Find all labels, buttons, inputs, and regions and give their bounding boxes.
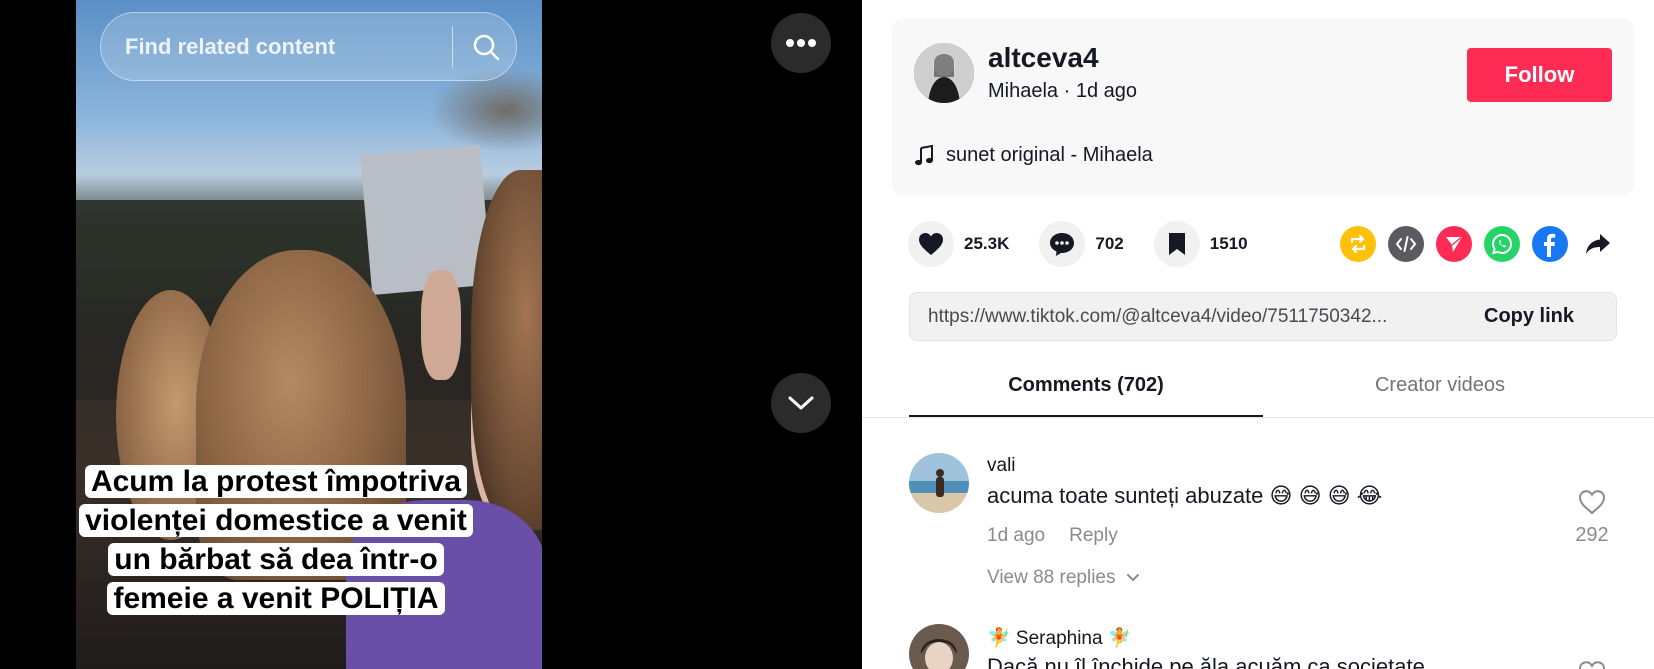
more-share-button[interactable] (1580, 226, 1616, 262)
video-url[interactable]: https://www.tiktok.com/@altceva4/video/7… (928, 306, 1458, 328)
save-count: 1510 (1209, 234, 1248, 253)
send-icon (1446, 236, 1462, 252)
music-note-icon (914, 144, 934, 167)
tab-comments[interactable]: Comments (702) (909, 360, 1263, 418)
comment-action: 702 (1039, 221, 1124, 267)
like-action: 25.3K (908, 221, 1009, 267)
comment-meta: 1d ago Reply (987, 525, 1118, 547)
bookmark-icon (1168, 233, 1185, 255)
facebook-share-button[interactable] (1532, 226, 1568, 262)
video-details-panel: altceva4 Mihaela · 1d ago Follow sunet o… (862, 0, 1654, 669)
video-link-box: https://www.tiktok.com/@altceva4/video/7… (909, 292, 1617, 341)
embed-icon (1395, 236, 1417, 252)
tabs-divider (862, 417, 1654, 418)
avatar-image (909, 453, 969, 513)
comment-avatar[interactable] (909, 624, 969, 669)
search-button[interactable] (457, 17, 516, 77)
comment-time: 1d ago (987, 525, 1046, 546)
facebook-icon (1544, 233, 1556, 257)
like-count: 25.3K (964, 234, 1010, 253)
next-video-button[interactable] (771, 373, 831, 433)
tab-creator-videos[interactable]: Creator videos (1263, 360, 1617, 418)
more-dots-icon (786, 39, 816, 47)
comment-like: 292 (1567, 489, 1617, 547)
comment-count: 702 (1095, 234, 1124, 253)
creator-username[interactable]: altceva4 (988, 42, 1099, 74)
related-search-input[interactable] (125, 33, 442, 60)
comment-button[interactable] (1039, 221, 1086, 267)
related-search-bar (100, 12, 517, 81)
avatar-image (909, 624, 969, 669)
engagement-actions: 25.3K 702 1510 (908, 221, 1278, 267)
repost-icon (1350, 234, 1366, 254)
music-link[interactable]: sunet original - Mihaela (914, 144, 1153, 167)
comment-text: acuma toate sunteți abuzate 😅 😅 😅 😂 (987, 483, 1383, 508)
send-to-friends-button[interactable] (1436, 226, 1472, 262)
embed-button[interactable] (1388, 226, 1424, 262)
subline-separator: · (1063, 80, 1076, 102)
comment-text: Dacă nu îl închide pe ăla acuăm ca socie… (987, 654, 1425, 669)
avatar-image (914, 43, 974, 103)
chevron-down-icon (1126, 574, 1139, 582)
comment-username[interactable]: 🧚 Seraphina 🧚 (987, 626, 1132, 650)
copy-link-button[interactable]: Copy link (1484, 305, 1574, 328)
comment-avatar[interactable] (909, 453, 969, 513)
reply-button[interactable]: Reply (1069, 525, 1118, 547)
whatsapp-share-button[interactable] (1484, 226, 1520, 262)
music-title: sunet original - Mihaela (946, 144, 1153, 166)
comment-item: 🧚 Seraphina 🧚 Dacă nu îl închide pe ăla … (909, 624, 1629, 669)
like-button[interactable] (908, 221, 954, 267)
search-icon (474, 34, 500, 60)
post-time: 1d ago (1075, 80, 1137, 102)
view-replies-label: View 88 replies (987, 567, 1116, 588)
comment-username[interactable]: vali (987, 455, 1016, 477)
panel-tabs: Comments (702) Creator videos (909, 360, 1617, 418)
video-caption-text: Acum la protest împotriva violenței dome… (79, 465, 473, 615)
save-action: 1510 (1153, 221, 1248, 267)
comment-like (1567, 660, 1617, 669)
video-frame-hand (421, 270, 461, 380)
video-stage: Acum la protest împotriva violenței dome… (0, 0, 862, 669)
video-caption-overlay: Acum la protest împotriva violenței dome… (76, 462, 476, 618)
heart-icon (919, 233, 943, 255)
save-button[interactable] (1153, 221, 1200, 267)
comment-item: vali acuma toate sunteți abuzate 😅 😅 😅 😂… (909, 453, 1629, 603)
comment-bubble-icon (1050, 233, 1075, 256)
whatsapp-icon (1491, 233, 1513, 255)
creator-card: altceva4 Mihaela · 1d ago Follow sunet o… (892, 18, 1634, 196)
view-replies-button[interactable]: View 88 replies (987, 567, 1142, 589)
chevron-down-icon (788, 396, 814, 410)
repost-button[interactable] (1340, 226, 1376, 262)
creator-subline: Mihaela · 1d ago (988, 80, 1137, 103)
more-options-button[interactable] (771, 13, 831, 73)
creator-avatar[interactable] (914, 43, 974, 103)
heart-outline-icon[interactable] (1578, 489, 1606, 515)
share-options (1340, 226, 1628, 262)
follow-button[interactable]: Follow (1467, 48, 1612, 102)
search-divider (451, 25, 453, 68)
creator-nickname: Mihaela (988, 80, 1059, 102)
heart-outline-icon[interactable] (1578, 660, 1606, 669)
video-frame-sign (360, 145, 492, 295)
comment-like-count: 292 (1575, 524, 1609, 546)
share-arrow-icon (1586, 234, 1610, 254)
